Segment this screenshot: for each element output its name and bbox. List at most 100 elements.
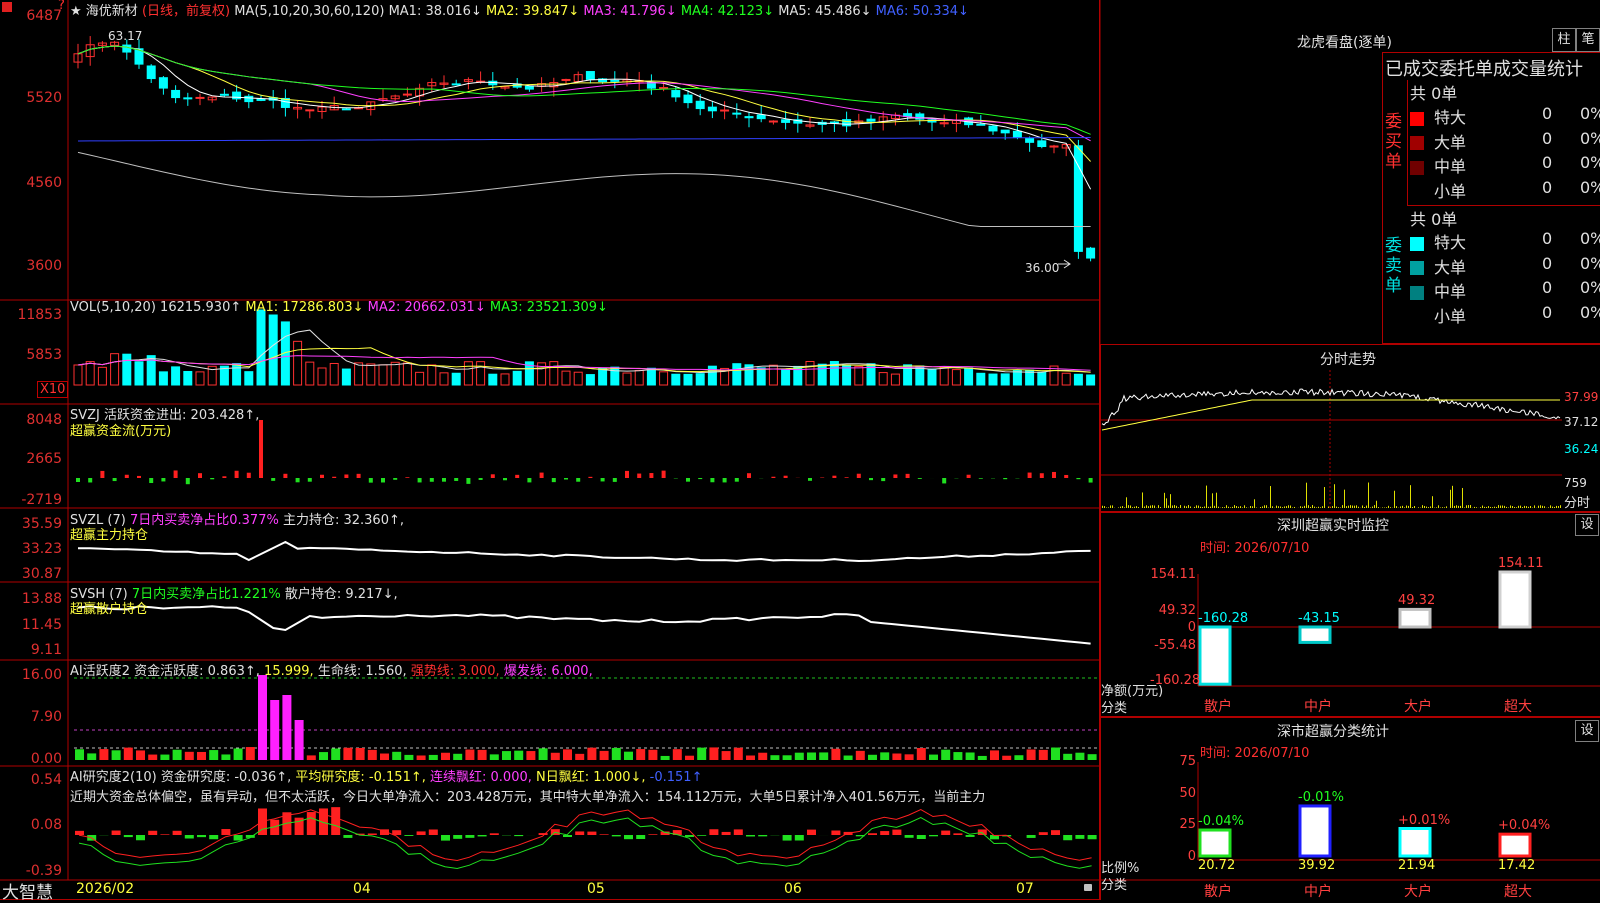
ai-activity-axis-1: 7.90: [0, 709, 62, 725]
ai-activity-value: 资金活跃度: 0.863↑,: [134, 664, 260, 679]
sz-monitor-title: 深圳超赢实时监控: [1277, 515, 1389, 535]
favorite-star-icon[interactable]: ★: [70, 4, 82, 19]
svsh-axis-2: 9.11: [0, 642, 62, 658]
svzj-axis-2: -2719: [0, 492, 62, 508]
ai-activity-axis-2: 0.00: [0, 751, 62, 767]
sell-row-pct: 0%: [1580, 278, 1600, 297]
sz-monitor-category: 大户: [1404, 696, 1432, 716]
ai-comment: 近期大资金总体偏空，虽有异动，但不太活跃，今日大单净流入：203.428万元，其…: [70, 786, 1098, 805]
sell-row-count: 0: [1542, 278, 1552, 297]
svsh-holding: 散户持仓: 9.217↓,: [285, 587, 398, 602]
sz-class-axis-3: 0: [1150, 849, 1196, 864]
volume-header: VOL(5,10,20) 16215.930↑ MA1: 17286.803↓ …: [70, 300, 608, 315]
buy-row-name: 特大: [1434, 108, 1466, 127]
sell-row-name: 中单: [1434, 282, 1466, 301]
ma1-value: MA1: 38.016↓: [389, 4, 482, 19]
sz-class-settings-button[interactable]: 设: [1575, 720, 1599, 742]
ai-activity-val2: 15.999,: [264, 664, 314, 679]
ma6-value: MA6: 50.334↓: [876, 4, 969, 19]
buy-side-label: 委买单: [1385, 112, 1405, 172]
buy-row-count: 0: [1542, 129, 1552, 148]
sell-total: 共 0单: [1410, 206, 1457, 230]
sell-row-1: 大单00%: [1410, 254, 1600, 278]
period-label[interactable]: (日线，前复权): [142, 4, 230, 19]
lock-icon[interactable]: [1084, 884, 1092, 891]
intraday-axis-2: 36.24: [1564, 442, 1598, 456]
ai-research-axis-0: 0.54: [0, 772, 62, 788]
price-axis-2: 4560: [0, 175, 62, 191]
buy-row-name: 中单: [1434, 157, 1466, 176]
buy-row-2: 中单00%: [1410, 153, 1600, 177]
longhu-title: 龙虎看盘(逐单): [1297, 32, 1392, 52]
low-price-label: 36.00: [1025, 261, 1059, 275]
ai-research-axis-2: -0.39: [0, 863, 62, 879]
sz-class-category: 中户: [1304, 881, 1332, 901]
sz-class-change-label: +0.04%: [1498, 818, 1550, 833]
sz-class-category: 散户: [1204, 881, 1232, 901]
pen-mode-button[interactable]: 笔: [1576, 28, 1600, 52]
sz-monitor-axis-0: 154.11: [1150, 567, 1196, 582]
date-label-0: 2026/02: [76, 881, 134, 897]
sz-class-axis-1: 50: [1150, 786, 1196, 801]
sz-monitor-settings-button[interactable]: 设: [1575, 514, 1599, 536]
ai-research-avg: 平均研究度: -0.151↑,: [295, 770, 425, 785]
ma5-value: MA5: 45.486↓: [778, 4, 871, 19]
buy-row-1: 大单00%: [1410, 129, 1600, 153]
sell-row-pct: 0%: [1580, 254, 1600, 273]
ma-label: MA(5,10,20,30,60,120): [234, 4, 384, 19]
ai-activity-label: AI活跃度2: [70, 664, 130, 679]
buy-color-swatch: [1410, 136, 1424, 150]
vol-unit-label: X10: [37, 381, 68, 398]
ma2-value: MA2: 39.847↓: [486, 4, 579, 19]
buy-row-count: 0: [1542, 104, 1552, 123]
bar-mode-button[interactable]: 柱: [1552, 28, 1576, 52]
svsh-ratio: 7日内买卖净占比1.221%: [132, 587, 281, 602]
intraday-vol-label: 分时: [1564, 492, 1590, 511]
sell-color-swatch: [1410, 261, 1424, 275]
sz-monitor-x-title: 分类: [1101, 697, 1127, 716]
ai-burstline: 爆发线: 6.000,: [504, 664, 593, 679]
high-price-label: 63.17: [108, 29, 142, 43]
date-label-3: 06: [784, 881, 802, 897]
buy-row-count: 0: [1542, 178, 1552, 197]
intraday-title: 分时走势: [1320, 349, 1376, 369]
stock-name: 海优新材: [86, 4, 138, 19]
sz-monitor-axis-1: 49.32: [1150, 603, 1196, 618]
ai-lifeline: 生命线: 1.560,: [318, 664, 407, 679]
ai-research-nred: N日飘红: 1.000↓,: [536, 770, 645, 785]
price-axis-3: 3600: [0, 258, 62, 274]
vol-value: 16215.930↑: [160, 300, 241, 315]
sz-monitor-category: 散户: [1204, 696, 1232, 716]
sz-class-category: 大户: [1404, 881, 1432, 901]
svzl-holding: 主力持仓: 32.360↑,: [283, 513, 404, 528]
buy-row-pct: 0%: [1580, 129, 1600, 148]
buy-color-swatch: [1410, 112, 1424, 126]
sell-color-swatch: [1410, 286, 1424, 300]
sz-monitor-axis-2: 0: [1150, 620, 1196, 635]
ai-strongline: 强势线: 3.000,: [411, 664, 500, 679]
sz-class-x-title: 分类: [1101, 874, 1127, 893]
sz-class-change-label: -0.04%: [1198, 814, 1244, 829]
vol-label: VOL(5,10,20): [70, 300, 156, 315]
ai-activity-axis-0: 16.00: [0, 667, 62, 683]
sell-color-swatch: [1410, 310, 1424, 324]
ma4-value: MA4: 42.123↓: [681, 4, 774, 19]
sz-class-axis-0: 75: [1150, 754, 1196, 769]
brand-logo: 大智慧: [2, 878, 53, 903]
sz-class-value-label: 21.94: [1398, 858, 1435, 873]
date-label-2: 05: [587, 881, 605, 897]
date-label-1: 04: [353, 881, 371, 897]
buy-total: 共 0单: [1410, 80, 1457, 104]
ai-research-label: AI研究度2(10): [70, 770, 157, 785]
sz-class-change-label: +0.01%: [1398, 813, 1450, 828]
sz-monitor-value-label: 154.11: [1498, 556, 1544, 571]
sell-row-count: 0: [1542, 303, 1552, 322]
ai-activity-header: AI活跃度2 资金活跃度: 0.863↑, 15.999, 生命线: 1.560…: [70, 660, 593, 679]
svzj-axis-1: 2665: [0, 451, 62, 467]
buy-row-pct: 0%: [1580, 104, 1600, 123]
svzj-subtitle: 超赢资金流(万元): [70, 420, 171, 439]
sz-monitor-value-label: -160.28: [1198, 611, 1248, 626]
svsh-axis-0: 13.88: [0, 591, 62, 607]
sell-row-2: 中单 0 0%: [1410, 278, 1600, 302]
buy-row-3: 小单00%: [1410, 178, 1600, 202]
